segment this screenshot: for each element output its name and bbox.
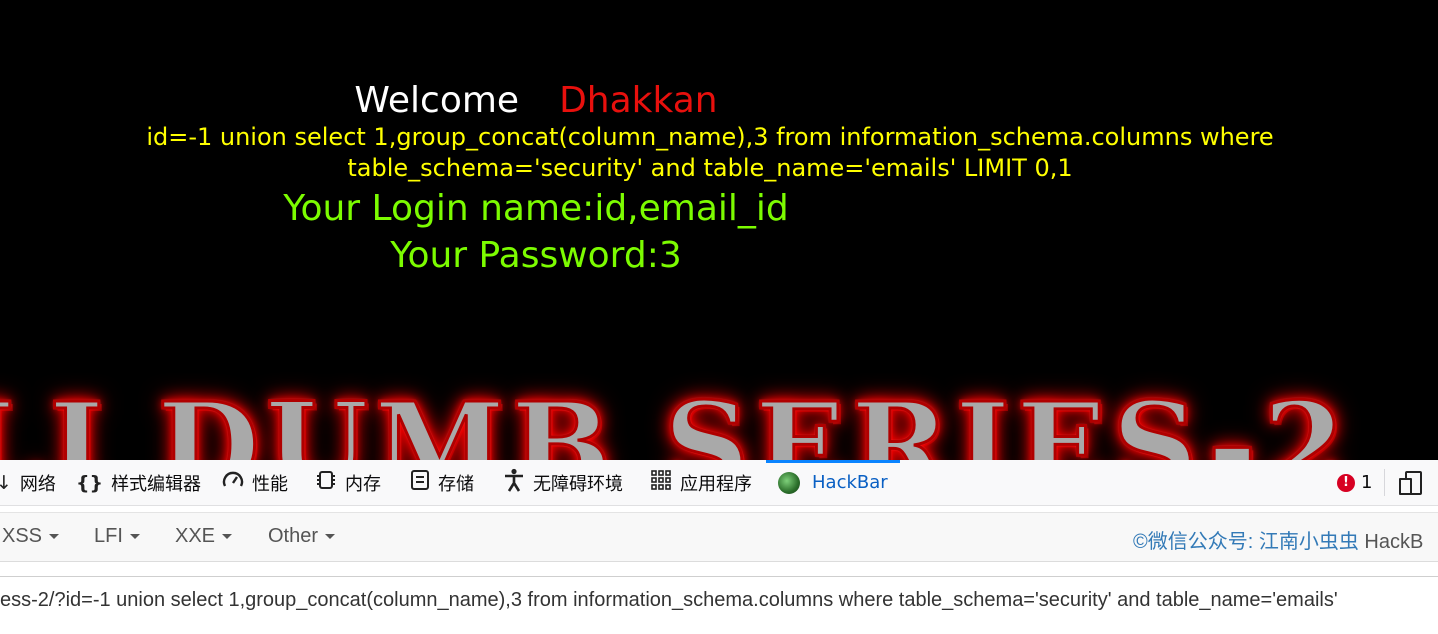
- error-icon: !: [1337, 473, 1355, 492]
- tab-label: 存储: [438, 473, 474, 495]
- welcome-line: Welcome Dhakkan: [0, 80, 1072, 122]
- tab-network[interactable]: ↓ 网络: [0, 460, 56, 505]
- hackbar-icon: [778, 471, 800, 494]
- tab-performance[interactable]: 性能: [222, 460, 288, 505]
- menu-label: XSS: [2, 525, 43, 547]
- welcome-text: Welcome: [354, 80, 520, 121]
- toolbar-divider: [1384, 469, 1385, 496]
- credit-text: ©微信公众号: 江南小虫虫 HackB: [1133, 525, 1423, 554]
- tab-application[interactable]: 应用程序: [650, 460, 752, 505]
- menu-xxe[interactable]: XXE: [175, 525, 233, 548]
- url-textarea[interactable]: ess-2/?id=-1 union select 1,group_concat…: [0, 576, 1438, 634]
- chevron-down-icon: [49, 534, 60, 540]
- page-content: Welcome Dhakkan id=-1 union select 1,grou…: [0, 0, 1438, 460]
- menu-other[interactable]: Other: [268, 525, 336, 548]
- dock-side-icon[interactable]: [1399, 471, 1422, 495]
- series-banner: LI DUMB SERIES-2: [0, 375, 1351, 461]
- menu-label: Other: [268, 525, 319, 547]
- hackbar-menubar: XSS LFI XXE Other ©微信公众号: 江南小虫虫 HackB: [0, 512, 1438, 562]
- user-name: Dhakkan: [559, 80, 718, 121]
- tab-memory[interactable]: 内存: [315, 460, 381, 505]
- tab-label: 性能: [252, 473, 288, 495]
- chevron-down-icon: [129, 534, 140, 540]
- storage-icon: [410, 469, 430, 496]
- braces-icon: {}: [76, 471, 104, 494]
- menu-label: LFI: [94, 525, 123, 547]
- menu-lfi[interactable]: LFI: [94, 525, 140, 548]
- tab-label: 无障碍环境: [533, 473, 623, 495]
- sql-query-text: id=-1 union select 1,group_concat(column…: [146, 123, 1274, 182]
- url-value[interactable]: ess-2/?id=-1 union select 1,group_concat…: [0, 589, 1438, 612]
- tab-accessibility[interactable]: 无障碍环境: [503, 460, 623, 505]
- menu-xss[interactable]: XSS: [2, 525, 60, 548]
- devtools-panel: ↓ 网络 {} 样式编辑器 性能 内存 存储 无障碍环境 应用程序 HackBa…: [0, 460, 1438, 634]
- credit-rest: HackB: [1358, 531, 1424, 553]
- gauge-icon: [222, 470, 244, 495]
- tab-label: 网络: [19, 473, 56, 495]
- tab-label: 应用程序: [680, 473, 752, 495]
- chevron-down-icon: [222, 534, 233, 540]
- tab-style-editor[interactable]: {} 样式编辑器: [76, 460, 201, 505]
- tab-label: 内存: [345, 473, 381, 495]
- error-count-badge[interactable]: ! 1: [1337, 472, 1372, 493]
- grid-icon: [650, 469, 672, 496]
- devtools-tabbar: ↓ 网络 {} 样式编辑器 性能 内存 存储 无障碍环境 应用程序 HackBa…: [0, 460, 1438, 506]
- chevron-down-icon: [325, 534, 336, 540]
- error-count: 1: [1361, 472, 1373, 493]
- tab-label: 样式编辑器: [111, 473, 202, 495]
- password-result: Your Password:3: [390, 235, 682, 276]
- chip-icon: [315, 469, 337, 496]
- tab-label: HackBar: [812, 472, 888, 493]
- menu-label: XXE: [175, 525, 216, 547]
- accessibility-icon: [503, 468, 525, 497]
- network-icon: ↓: [0, 471, 12, 494]
- tab-hackbar[interactable]: HackBar: [766, 460, 900, 505]
- credit-link[interactable]: ©微信公众号: 江南小虫虫: [1133, 531, 1359, 553]
- login-name-result: Your Login name:id,email_id: [283, 188, 789, 229]
- tab-storage[interactable]: 存储: [410, 460, 474, 505]
